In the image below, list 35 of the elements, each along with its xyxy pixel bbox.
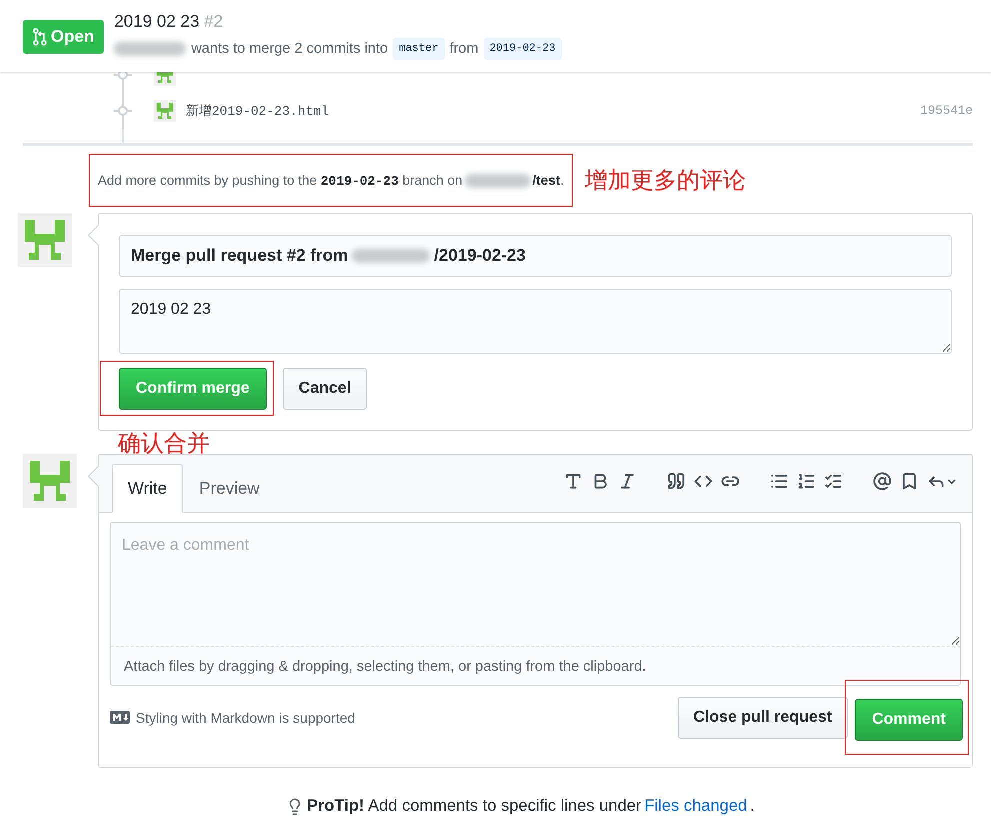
protip-text: ProTip! Add comments to specific lines under bbox=[307, 797, 642, 816]
period-text: . bbox=[560, 173, 564, 188]
annotation-text: 增加更多的评论 bbox=[585, 167, 746, 196]
annotation-text: 确认合并 bbox=[118, 431, 211, 454]
status-badge: Open bbox=[23, 20, 104, 54]
period-text: . bbox=[750, 797, 755, 816]
redacted-name bbox=[464, 174, 531, 188]
files-changed-link[interactable]: Files changed bbox=[644, 797, 748, 816]
text-size-icon[interactable] bbox=[564, 472, 583, 491]
pull-request-title: 2019 02 23 #2 bbox=[114, 12, 224, 32]
push-hint: Add more commits by pushing to the 2019-02-23 branch on bbox=[98, 172, 463, 188]
branch-label[interactable]: 2019-02-23 bbox=[484, 38, 562, 60]
markdown-icon bbox=[110, 711, 130, 724]
task-list-icon[interactable] bbox=[824, 472, 843, 491]
mention-icon[interactable] bbox=[873, 472, 892, 491]
attach-hint: Attach files by dragging & dropping, selecting them, or pasting from the clipboard. bbox=[123, 658, 648, 677]
from-label: from bbox=[450, 41, 479, 57]
editor-tab[interactable]: Preview bbox=[183, 464, 276, 513]
branch-label[interactable]: master bbox=[393, 38, 445, 60]
italic-icon[interactable] bbox=[618, 472, 637, 491]
close-pull-request-button[interactable]: Close pull request bbox=[678, 696, 848, 738]
numbered-list-icon[interactable] bbox=[797, 472, 816, 491]
editor-tab[interactable]: Write bbox=[112, 464, 184, 513]
comment-field[interactable]: Leave a comment Attach files by dragging & dropping, selecting them, or pasting from the clipboard. bbox=[110, 522, 961, 686]
bullet-list-icon[interactable] bbox=[770, 472, 789, 491]
commit-message-field[interactable]: 2019 02 23 bbox=[119, 289, 952, 354]
repo-name: /test bbox=[532, 173, 560, 188]
commit-title-field[interactable]: Merge pull request #2 from /2019-02-23 bbox=[119, 235, 952, 277]
cancel-button[interactable]: Cancel bbox=[282, 368, 368, 410]
quote-icon[interactable] bbox=[667, 472, 686, 491]
markdown-note: Styling with Markdown is supported bbox=[136, 710, 356, 726]
commit-message[interactable]: 新增2019-02-23.html bbox=[186, 102, 330, 120]
pull-request-icon bbox=[33, 28, 47, 46]
merge-summary: wants to merge 2 commits into bbox=[191, 41, 388, 57]
bookmark-icon[interactable] bbox=[900, 472, 919, 491]
